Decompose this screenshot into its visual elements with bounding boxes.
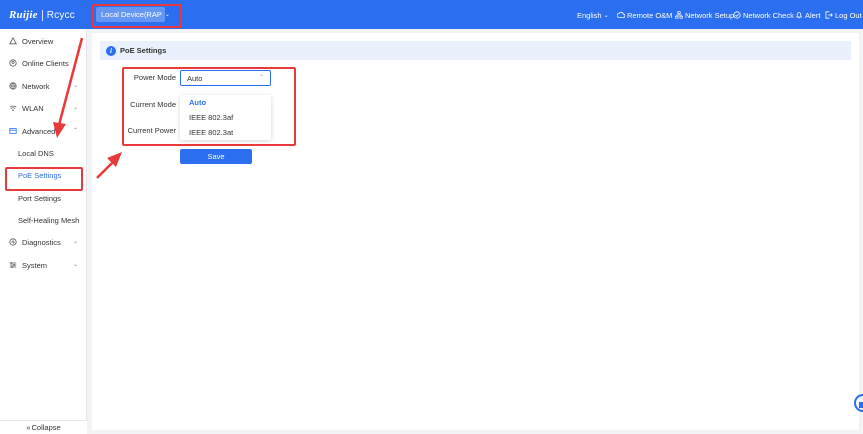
chevron-down-icon: ⌄ bbox=[603, 12, 609, 19]
logout-label: Log Out bbox=[835, 10, 862, 20]
chevron-up-icon: ⌃ bbox=[72, 128, 78, 134]
collapse-icon: « bbox=[26, 423, 31, 432]
language-select[interactable]: English ⌄ bbox=[577, 9, 609, 21]
chevron-down-icon: ⌄ bbox=[72, 262, 78, 268]
alert-label: Alert bbox=[805, 10, 821, 20]
sidebar-item-overview[interactable]: Overview bbox=[0, 33, 87, 49]
chevron-down-icon: ⌄ bbox=[72, 83, 78, 89]
sidebar-item-label: Online Clients bbox=[22, 58, 69, 68]
sidebar-item-local-dns[interactable]: Local DNS bbox=[0, 145, 87, 161]
info-icon: i bbox=[106, 45, 116, 56]
sidebar-item-label: Port Settings bbox=[18, 193, 61, 203]
sidebar-item-label: System bbox=[22, 260, 48, 270]
headset-icon[interactable] bbox=[853, 393, 863, 413]
network-setup-link[interactable]: Network Setup bbox=[675, 9, 734, 21]
sidebar-item-label: Local DNS bbox=[18, 148, 54, 158]
sidebar-item-label: Self-Healing Mesh bbox=[18, 215, 80, 225]
sidebar-item-system[interactable]: System ⌄ bbox=[0, 257, 87, 273]
sidebar-item-online-clients[interactable]: Online Clients bbox=[0, 55, 87, 71]
logo: Ruijie Rcycc bbox=[9, 7, 75, 23]
network-check-link[interactable]: Network Check bbox=[733, 9, 794, 21]
diagnostics-icon bbox=[9, 238, 17, 246]
clients-icon bbox=[9, 59, 17, 67]
main-panel: i PoE Settings Power Mode Auto ⌃ Current… bbox=[92, 33, 859, 430]
sidebar-item-port-settings[interactable]: Port Settings bbox=[0, 190, 87, 206]
network-check-icon bbox=[733, 11, 741, 19]
highlight-box-form bbox=[122, 67, 296, 146]
network-setup-label: Network Setup bbox=[685, 10, 735, 20]
remote-om-link[interactable]: Remote O&M bbox=[617, 9, 672, 21]
sidebar: Overview Online Clients Network ⌄ WLAN ⌄… bbox=[0, 29, 87, 434]
collapse-label: Collapse bbox=[31, 423, 61, 432]
network-check-label: Network Check bbox=[743, 10, 794, 20]
logo-product: Rcycc bbox=[46, 9, 75, 21]
chevron-down-icon: ⌄ bbox=[72, 105, 78, 111]
logout-icon bbox=[825, 11, 833, 19]
wifi-icon bbox=[9, 104, 17, 112]
sidebar-item-label: WLAN bbox=[22, 103, 44, 113]
sidebar-item-advanced[interactable]: Advanced ⌃ bbox=[0, 123, 87, 139]
remote-om-label: Remote O&M bbox=[627, 10, 673, 20]
cloud-icon bbox=[617, 11, 625, 18]
bell-icon bbox=[795, 12, 803, 19]
advanced-icon bbox=[9, 127, 17, 135]
sidebar-item-label: Diagnostics bbox=[22, 237, 61, 247]
sidebar-item-self-healing-mesh[interactable]: Self-Healing Mesh bbox=[0, 212, 87, 228]
alert-link[interactable]: Alert bbox=[795, 9, 820, 21]
section-header: i PoE Settings bbox=[100, 41, 851, 60]
system-icon bbox=[9, 261, 17, 269]
section-title: PoE Settings bbox=[120, 46, 167, 55]
sidebar-item-wlan[interactable]: WLAN ⌄ bbox=[0, 100, 87, 116]
sidebar-item-diagnostics[interactable]: Diagnostics ⌄ bbox=[0, 234, 87, 250]
collapse-button[interactable]: « Collapse bbox=[0, 420, 87, 434]
logout-link[interactable]: Log Out bbox=[825, 9, 862, 21]
language-label: English bbox=[577, 10, 602, 20]
highlight-box-poe-settings bbox=[5, 167, 83, 191]
overview-icon bbox=[9, 37, 17, 45]
save-button[interactable]: Save bbox=[180, 149, 252, 164]
chevron-down-icon: ⌄ bbox=[72, 239, 78, 245]
highlight-box-device bbox=[92, 4, 182, 28]
logo-divider bbox=[41, 9, 43, 21]
sidebar-item-network[interactable]: Network ⌄ bbox=[0, 78, 87, 94]
sidebar-item-label: Network bbox=[22, 81, 50, 91]
network-setup-icon bbox=[675, 11, 683, 19]
globe-icon bbox=[9, 82, 17, 90]
logo-brand: Ruijie bbox=[9, 9, 38, 21]
sidebar-item-label: Advanced bbox=[22, 126, 56, 136]
sidebar-item-label: Overview bbox=[22, 36, 54, 46]
